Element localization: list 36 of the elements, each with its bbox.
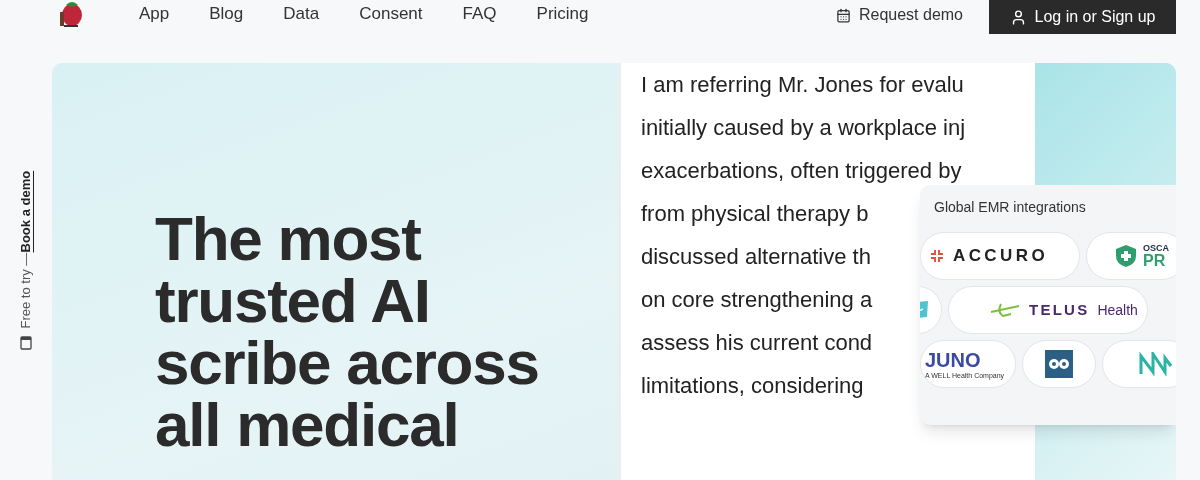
nav-link[interactable]: FAQ	[462, 4, 497, 24]
document-line: assess his current cond	[641, 329, 873, 357]
accuro-mark-icon	[929, 248, 945, 264]
login-button[interactable]: Log in or Sign up	[989, 0, 1176, 34]
document-line: limitations, considering	[641, 372, 864, 400]
nav-link[interactable]: Consent	[359, 4, 423, 24]
juno-wordmark: JUNO	[925, 349, 981, 370]
request-demo-link[interactable]: Request demo	[835, 3, 963, 27]
wave-logo-icon	[1139, 352, 1173, 376]
document-line: I am referring Mr. Jones for evalu	[641, 71, 964, 99]
document-line: exacerbations, often triggered by	[641, 157, 962, 185]
document-line: on core strengthening a	[641, 286, 873, 314]
document-line: initially caused by a workplace inj	[641, 114, 966, 142]
shield-icon	[1115, 244, 1137, 268]
health-wordmark: Health	[1097, 300, 1138, 320]
hero-headline: scribe across	[155, 332, 539, 394]
owl-icon	[1045, 350, 1073, 378]
document-line: discussed alternative th	[641, 243, 871, 271]
free-trial-note: Free to try —	[17, 252, 35, 328]
nav-link[interactable]: Blog	[209, 4, 244, 24]
hero-headline: The most	[155, 208, 421, 270]
pro-wordmark: PR	[1143, 252, 1167, 269]
accuro-wordmark: ACCURO	[953, 245, 1048, 268]
integrations-title: Global EMR integrations	[933, 198, 1086, 217]
nav-link[interactable]: Pricing	[536, 4, 589, 24]
telus-wordmark: TELUS	[1029, 299, 1090, 320]
nav-link[interactable]: Data	[283, 4, 320, 24]
calendar-icon	[835, 7, 851, 23]
hero-headline: trusted AI	[155, 270, 430, 332]
oscar-wordmark: OSCA	[1143, 243, 1169, 253]
hero-headline: all medical	[155, 394, 459, 456]
nav-link[interactable]: App	[139, 4, 170, 24]
calendar-icon	[20, 336, 32, 350]
strawberry-mascot-icon	[58, 0, 84, 28]
document-line: from physical therapy b	[641, 200, 869, 228]
book-demo-link[interactable]: Book a demo	[16, 170, 36, 253]
